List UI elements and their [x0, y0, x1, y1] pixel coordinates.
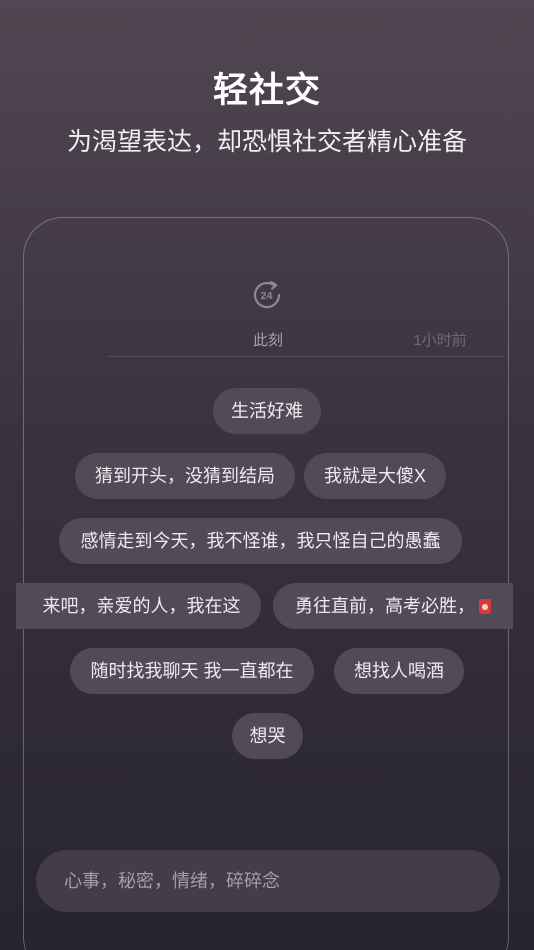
mood-bubble-text: 勇往直前，高考必胜，	[295, 596, 475, 616]
app-screen: 轻社交 为渴望表达，却恐惧社交者精心准备 24 此刻 1小时前 生活好难 猜到开…	[0, 0, 534, 950]
red-cup-emoji-icon	[479, 599, 491, 614]
tab-one-hour-ago[interactable]: 1小时前	[404, 329, 476, 350]
mood-bubble[interactable]: 我就是大傻X	[304, 453, 446, 499]
thought-input[interactable]: 心事，秘密，情绪，碎碎念	[36, 850, 500, 912]
page-subtitle: 为渴望表达，却恐惧社交者精心准备	[66, 128, 467, 156]
mood-bubble[interactable]: 想哭	[232, 713, 303, 759]
timer-icon-label: 24	[261, 290, 273, 302]
tab-now[interactable]: 此刻	[245, 329, 291, 350]
mood-bubble[interactable]: 随时找我聊天 我一直都在	[70, 648, 314, 694]
mood-bubble[interactable]: 猜到开头，没猜到结局	[75, 453, 295, 499]
mood-bubble[interactable]: 感情走到今天，我不怪谁，我只怪自己的愚蠢	[59, 518, 462, 564]
mood-bubble[interactable]: 想找人喝酒	[334, 648, 464, 694]
mood-bubble[interactable]: 勇往直前，高考必胜，	[273, 583, 513, 629]
mood-bubble[interactable]: 来吧，亲爱的人，我在这	[16, 583, 261, 629]
mood-bubble[interactable]: 生活好难	[213, 388, 321, 434]
tab-divider	[108, 356, 504, 357]
timer-24h-icon[interactable]: 24	[249, 277, 285, 313]
page-title: 轻社交	[212, 71, 321, 110]
